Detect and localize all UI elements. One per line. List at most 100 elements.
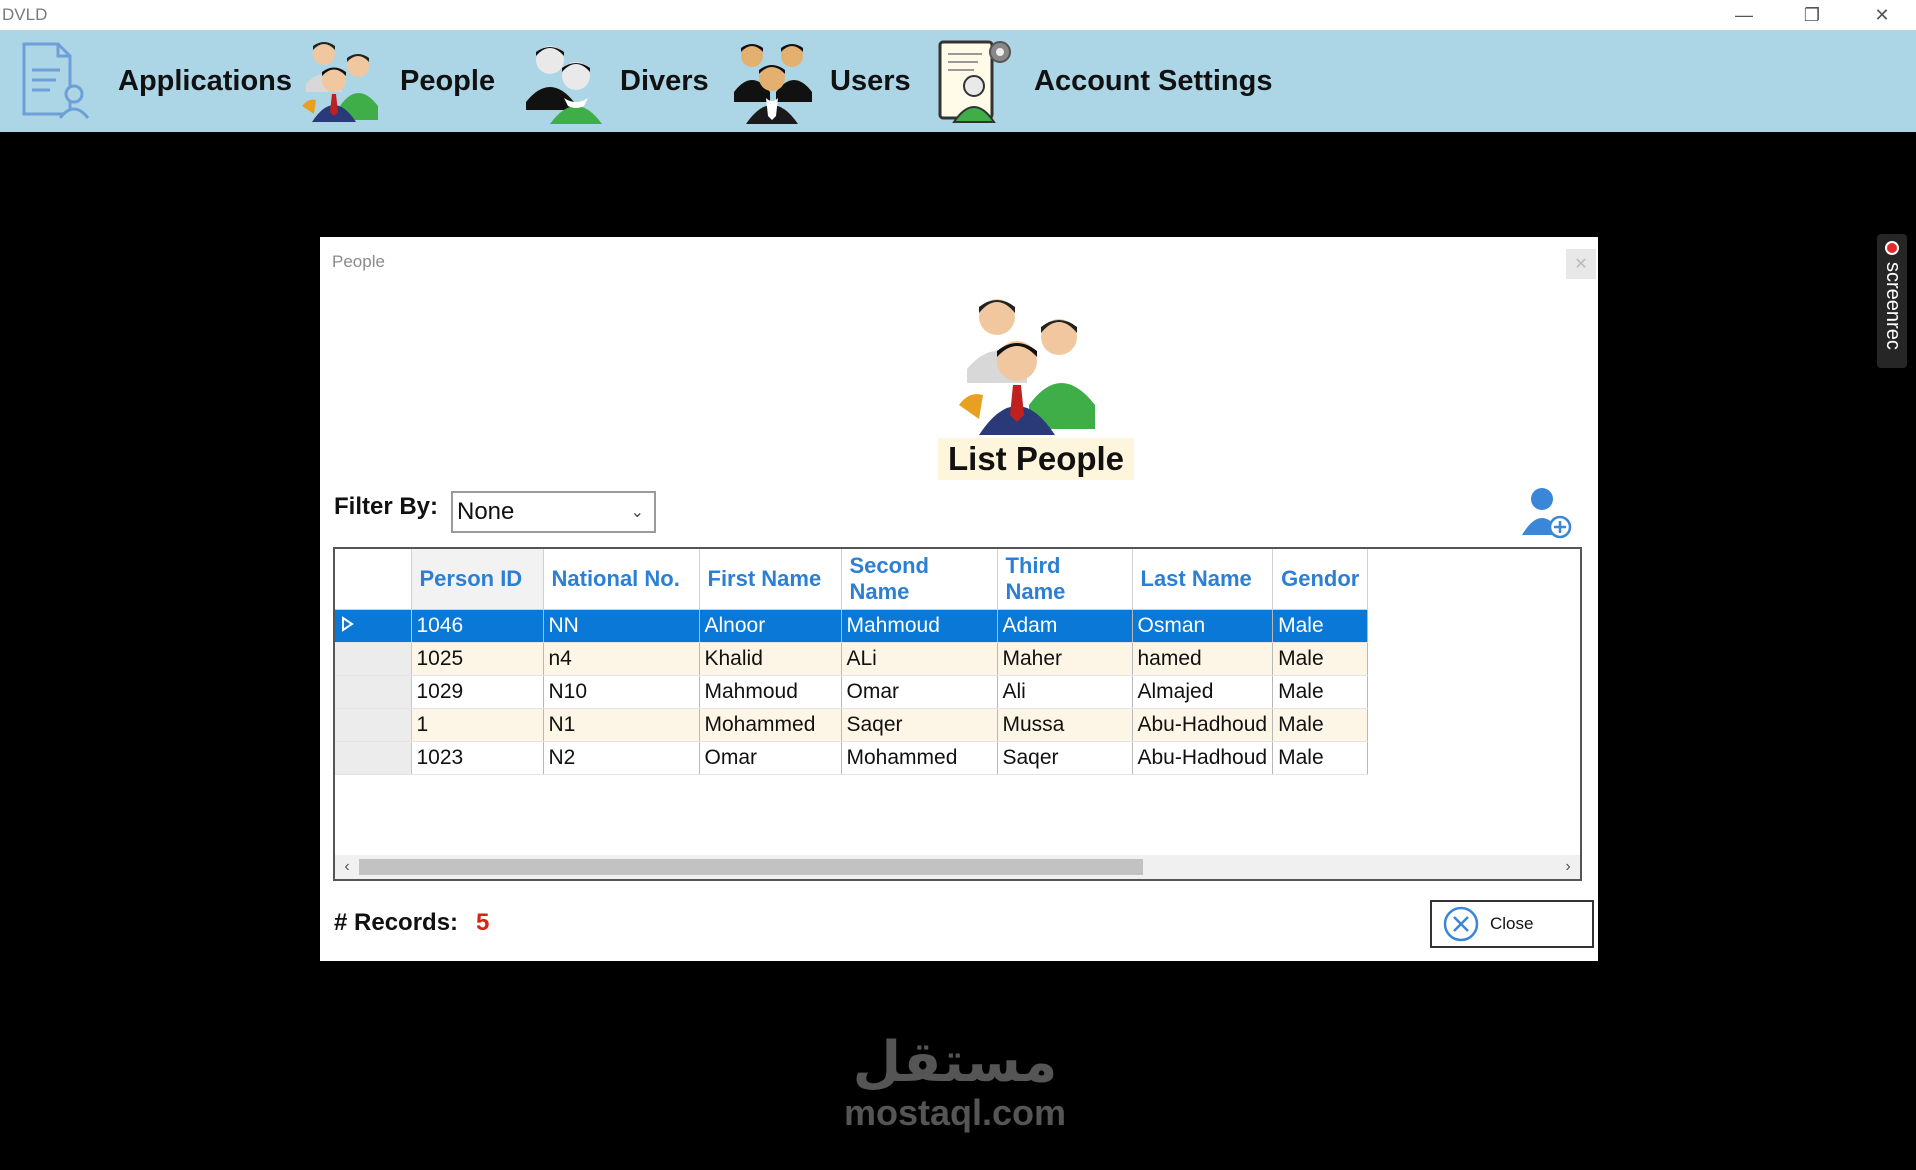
horizontal-scrollbar[interactable]: ‹ ›	[335, 855, 1580, 879]
app-title: DVLD	[2, 5, 48, 24]
cell-person-id[interactable]: 1	[411, 708, 544, 742]
users-group-icon	[734, 44, 812, 124]
column-header-second-name[interactable]: Second Name	[841, 549, 998, 610]
cell-first-name[interactable]: Omar	[699, 741, 842, 775]
cell-third-name[interactable]: Saqer	[997, 741, 1133, 775]
column-header-gendor[interactable]: Gendor	[1272, 549, 1369, 610]
row-header[interactable]	[335, 675, 412, 709]
cell-third-name[interactable]: Maher	[997, 642, 1133, 676]
cell-second-name[interactable]: Omar	[841, 675, 998, 709]
cell-last-name[interactable]: Abu-Hadhoud	[1132, 741, 1274, 775]
page-title: List People	[938, 438, 1135, 480]
close-circle-icon	[1443, 906, 1479, 942]
cell-third-name[interactable]: Adam	[997, 609, 1133, 643]
add-person-icon[interactable]	[1516, 485, 1576, 543]
table-row[interactable]: 1029 N10 Mahmoud Omar Ali Almajed Male	[335, 675, 1369, 709]
account-settings-icon	[938, 40, 1011, 123]
close-button[interactable]: Close	[1430, 900, 1594, 948]
chevron-down-icon: ⌄	[630, 504, 644, 521]
menu-item-users-label: Users	[830, 64, 911, 97]
cell-national-no[interactable]: N1	[543, 708, 700, 742]
records-label: # Records:	[334, 909, 459, 936]
column-header-person-id[interactable]: Person ID	[411, 549, 544, 610]
row-header-corner	[335, 549, 412, 610]
table-header-row: Person ID National No. First Name Second…	[335, 549, 1369, 610]
column-header-third-name[interactable]: Third Name	[997, 549, 1133, 610]
document-user-icon	[22, 42, 90, 119]
cell-national-no[interactable]: n4	[543, 642, 700, 676]
menu-item-people[interactable]: People	[300, 30, 495, 132]
cell-last-name[interactable]: Abu-Hadhoud	[1132, 708, 1274, 742]
cell-national-no[interactable]: N10	[543, 675, 700, 709]
menu-item-account-settings-label: Account Settings	[1034, 64, 1273, 97]
people-table: Person ID National No. First Name Second…	[335, 549, 1369, 775]
cell-person-id[interactable]: 1029	[411, 675, 544, 709]
record-dot-icon	[1885, 241, 1899, 255]
row-header[interactable]	[335, 708, 412, 742]
scroll-right-icon[interactable]: ›	[1556, 855, 1580, 879]
dialog-close-icon[interactable]: ✕	[1566, 249, 1596, 279]
menu-item-applications[interactable]: Applications	[18, 30, 292, 132]
scrollbar-thumb[interactable]	[359, 859, 1143, 875]
cell-national-no[interactable]: NN	[543, 609, 700, 643]
menu-item-applications-label: Applications	[118, 64, 293, 97]
menu-item-people-label: People	[400, 64, 496, 97]
table-row[interactable]: 1023 N2 Omar Mohammed Saqer Abu-Hadhoud …	[335, 741, 1369, 775]
column-header-first-name[interactable]: First Name	[699, 549, 842, 610]
title-bar: DVLD — ❐ ✕	[0, 0, 1916, 30]
table-row[interactable]: 1046 NN Alnoor Mahmoud Adam Osman Male	[335, 609, 1369, 643]
screenrec-label: screenrec	[1882, 262, 1904, 350]
cell-person-id[interactable]: 1025	[411, 642, 544, 676]
row-header[interactable]	[335, 741, 412, 775]
cell-gendor[interactable]: Male	[1272, 642, 1369, 676]
people-dialog: People ✕ List People Filter By: None ⌄ P…	[320, 237, 1598, 961]
menu-item-users[interactable]: Users	[730, 30, 911, 132]
minimize-button[interactable]: —	[1710, 0, 1778, 30]
cell-second-name[interactable]: Saqer	[841, 708, 998, 742]
menu-item-divers[interactable]: Divers	[520, 30, 709, 132]
column-header-last-name[interactable]: Last Name	[1132, 549, 1274, 610]
maximize-button[interactable]: ❐	[1778, 0, 1846, 30]
screenrec-badge[interactable]: screenrec	[1877, 234, 1907, 368]
column-header-national-no[interactable]: National No.	[543, 549, 700, 610]
row-header[interactable]	[335, 642, 412, 676]
watermark-arabic: مستقل	[852, 1030, 1058, 1093]
cell-first-name[interactable]: Mahmoud	[699, 675, 842, 709]
filter-label: Filter By:	[334, 493, 439, 520]
table-row[interactable]: 1025 n4 Khalid ALi Maher hamed Male	[335, 642, 1369, 676]
row-header[interactable]	[335, 609, 412, 643]
cell-first-name[interactable]: Khalid	[699, 642, 842, 676]
cell-third-name[interactable]: Ali	[997, 675, 1133, 709]
main-menu: Applications People Divers Users Account…	[0, 30, 1916, 132]
people-group-icon	[959, 299, 1095, 435]
cell-second-name[interactable]: Mahmoud	[841, 609, 998, 643]
cell-last-name[interactable]: Almajed	[1132, 675, 1274, 709]
cell-gendor[interactable]: Male	[1272, 708, 1369, 742]
cell-first-name[interactable]: Alnoor	[699, 609, 842, 643]
people-grid[interactable]: Person ID National No. First Name Second…	[333, 547, 1582, 881]
cell-last-name[interactable]: hamed	[1132, 642, 1274, 676]
people-group-icon	[302, 42, 378, 122]
filter-by-select[interactable]: None ⌄	[451, 491, 656, 533]
cell-national-no[interactable]: N2	[543, 741, 700, 775]
cell-second-name[interactable]: ALi	[841, 642, 998, 676]
cell-last-name[interactable]: Osman	[1132, 609, 1274, 643]
current-row-indicator-icon	[342, 615, 354, 632]
table-row[interactable]: 1 N1 Mohammed Saqer Mussa Abu-Hadhoud Ma…	[335, 708, 1369, 742]
close-button-label: Close	[1490, 914, 1534, 933]
drivers-pair-icon	[526, 46, 602, 124]
cell-person-id[interactable]: 1046	[411, 609, 544, 643]
cell-third-name[interactable]: Mussa	[997, 708, 1133, 742]
watermark: مستقل mostaql.com	[835, 1030, 1075, 1132]
dialog-title: People	[332, 252, 385, 271]
cell-person-id[interactable]: 1023	[411, 741, 544, 775]
scroll-left-icon[interactable]: ‹	[335, 855, 359, 879]
close-window-button[interactable]: ✕	[1848, 0, 1916, 30]
cell-first-name[interactable]: Mohammed	[699, 708, 842, 742]
menu-item-divers-label: Divers	[620, 64, 709, 97]
cell-gendor[interactable]: Male	[1272, 741, 1369, 775]
cell-gendor[interactable]: Male	[1272, 675, 1369, 709]
cell-second-name[interactable]: Mohammed	[841, 741, 998, 775]
menu-item-account-settings[interactable]: Account Settings	[934, 30, 1272, 132]
cell-gendor[interactable]: Male	[1272, 609, 1369, 643]
